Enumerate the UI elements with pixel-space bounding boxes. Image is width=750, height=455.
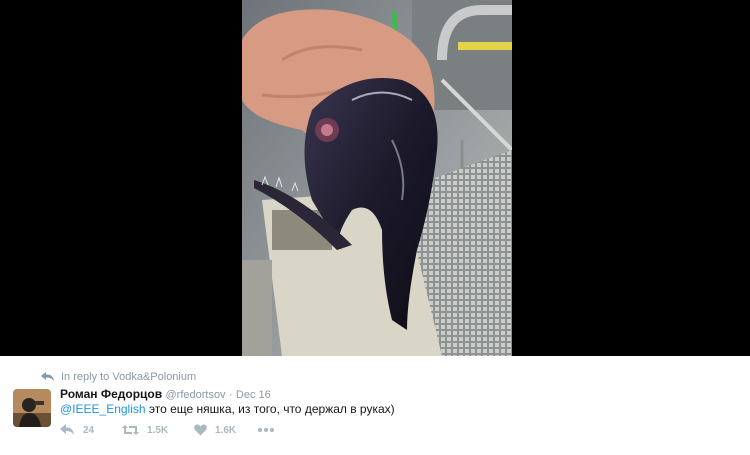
reply-context[interactable]: In reply to Vodka&Polonium bbox=[41, 371, 196, 383]
reply-arrow-icon bbox=[41, 372, 55, 382]
more-button[interactable] bbox=[258, 428, 274, 432]
author-handle[interactable]: @rfedortsov bbox=[165, 389, 225, 401]
heart-icon bbox=[194, 424, 207, 436]
author-name[interactable]: Роман Федорцов bbox=[60, 387, 162, 401]
retweet-count: 1.5K bbox=[147, 424, 169, 436]
separator: · bbox=[228, 389, 233, 401]
retweet-button[interactable]: 1.5K bbox=[122, 424, 194, 436]
retweet-icon bbox=[122, 424, 139, 436]
tweet-date[interactable]: Dec 16 bbox=[236, 389, 271, 401]
action-bar: 24 1.5K 1.6K bbox=[60, 424, 274, 436]
photo-deep-sea-fish[interactable] bbox=[242, 0, 512, 356]
more-icon bbox=[258, 428, 274, 432]
reply-prefix: In reply to bbox=[61, 371, 110, 383]
tweet-body: это еще няшка, из того, что держал в рук… bbox=[148, 402, 395, 416]
like-count: 1.6K bbox=[215, 424, 237, 436]
reply-button[interactable]: 24 bbox=[60, 424, 122, 436]
avatar[interactable] bbox=[13, 389, 51, 427]
reply-target-link[interactable]: Vodka&Polonium bbox=[112, 371, 196, 383]
like-button[interactable]: 1.6K bbox=[194, 424, 258, 436]
tweet-header: Роман Федорцов @rfedortsov · Dec 16 bbox=[60, 387, 271, 401]
mention-link[interactable]: @IEEE_English bbox=[60, 402, 146, 416]
reply-icon bbox=[60, 424, 75, 436]
tweet: In reply to Vodka&Polonium Роман Федорцо… bbox=[0, 356, 750, 455]
tweet-media[interactable] bbox=[0, 0, 750, 356]
reply-count: 24 bbox=[83, 424, 95, 436]
tweet-text: @IEEE_English это еще няшка, из того, чт… bbox=[60, 402, 395, 416]
